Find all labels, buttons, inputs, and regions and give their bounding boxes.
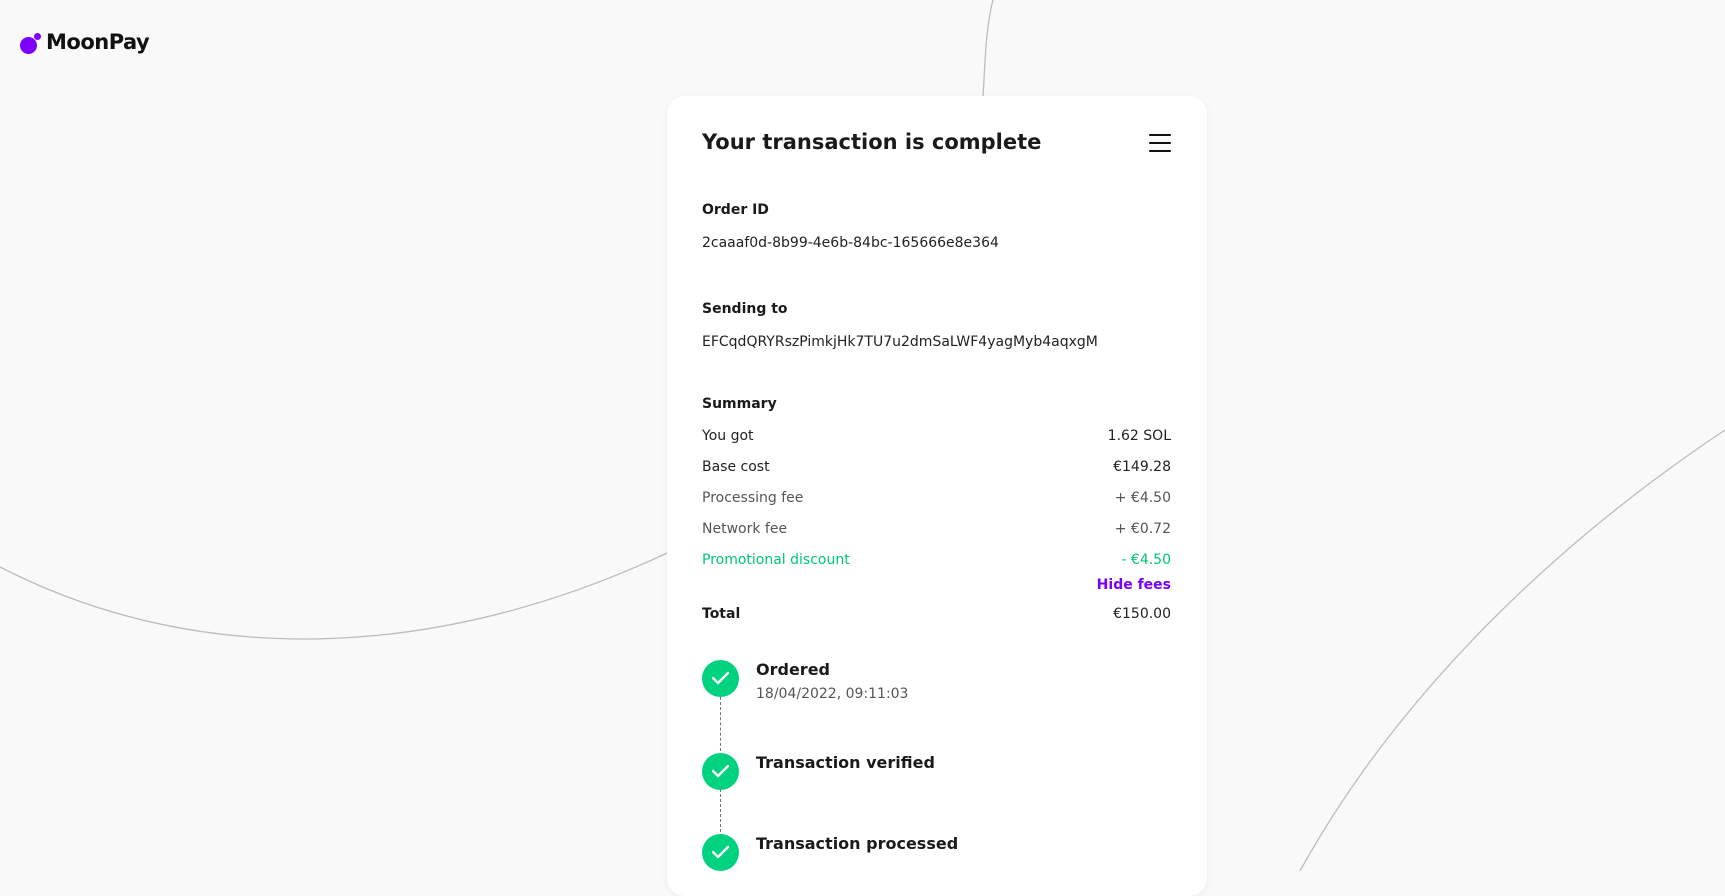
- hamburger-menu-icon[interactable]: [1147, 130, 1173, 156]
- summary-row-network-fee: Network fee + €0.72: [702, 519, 1171, 539]
- total-value: €150.00: [1113, 606, 1171, 622]
- summary-row-value: + €4.50: [1114, 490, 1171, 506]
- moonpay-logo[interactable]: MoonPay: [20, 30, 150, 54]
- summary-row-value: - €4.50: [1121, 552, 1171, 568]
- step-title: Ordered: [756, 660, 830, 679]
- total-label: Total: [702, 606, 741, 622]
- summary-row-value: + €0.72: [1114, 521, 1171, 537]
- sending-to-label: Sending to: [702, 301, 788, 317]
- hide-fees-link[interactable]: Hide fees: [1097, 577, 1171, 593]
- brand-name: MoonPay: [46, 30, 150, 54]
- summary-row-label: Processing fee: [702, 490, 804, 506]
- summary-label: Summary: [702, 396, 777, 412]
- step-title: Transaction verified: [756, 753, 935, 772]
- order-id-value: 2caaaf0d-8b99-4e6b-84bc-165666e8e364: [702, 235, 999, 251]
- summary-row-label: Network fee: [702, 521, 788, 537]
- summary-row-label: Base cost: [702, 459, 770, 475]
- summary-row-base-cost: Base cost €149.28: [702, 457, 1171, 477]
- transaction-card: Your transaction is complete Order ID 2c…: [667, 96, 1207, 896]
- summary-row-label: Promotional discount: [702, 552, 850, 568]
- summary-row-you-got: You got 1.62 SOL: [702, 426, 1171, 446]
- page-title: Your transaction is complete: [702, 130, 1042, 154]
- summary-row-processing-fee: Processing fee + €4.50: [702, 488, 1171, 508]
- summary-row-label: You got: [702, 428, 754, 444]
- summary-row-promotional-discount: Promotional discount - €4.50: [702, 550, 1171, 570]
- order-id-label: Order ID: [702, 202, 769, 218]
- step-title: Transaction processed: [756, 834, 959, 853]
- summary-row-value: €149.28: [1113, 459, 1171, 475]
- check-icon: [702, 834, 739, 871]
- summary-total-row: Total €150.00: [702, 604, 1171, 624]
- check-icon: [702, 753, 739, 790]
- summary-row-value: 1.62 SOL: [1107, 428, 1171, 444]
- check-icon: [702, 660, 739, 697]
- wallet-address: EFCqdQRYRszPimkjHk7TU7u2dmSaLWF4yagMyb4a…: [702, 334, 1098, 350]
- step-timestamp: 18/04/2022, 09:11:03: [756, 686, 909, 702]
- moonpay-logo-icon: [20, 31, 42, 54]
